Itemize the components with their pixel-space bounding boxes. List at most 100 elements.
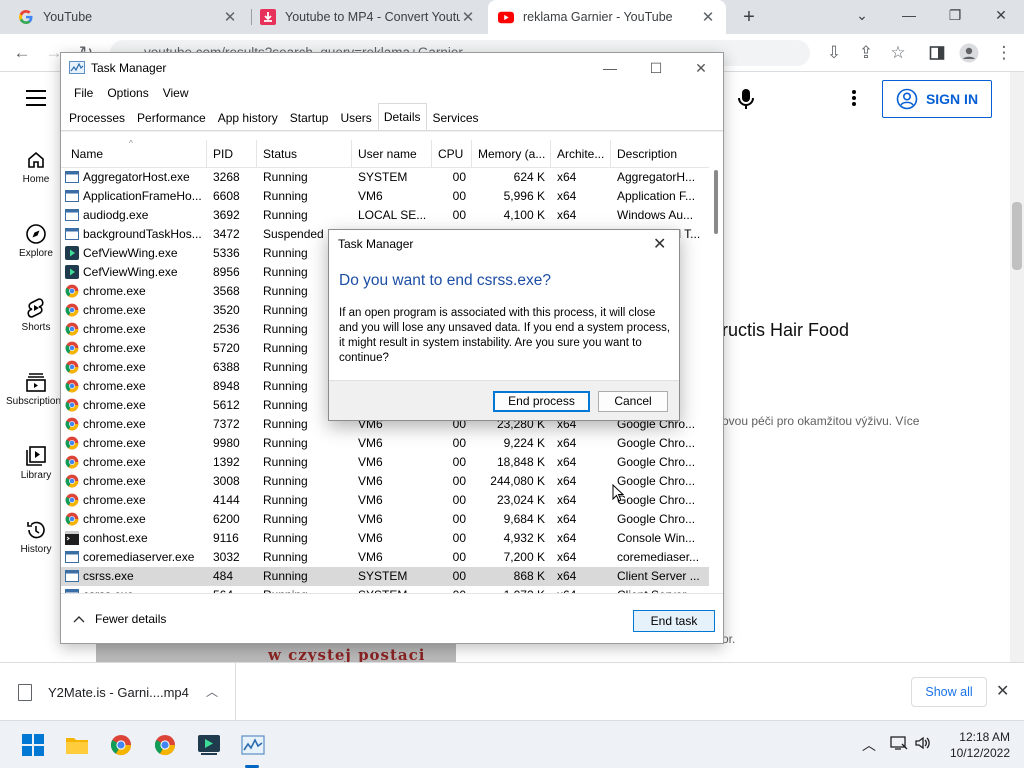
microphone-icon[interactable] xyxy=(736,88,756,112)
media-app-icon[interactable] xyxy=(196,732,222,758)
column-header-name[interactable]: Name xyxy=(61,140,207,168)
table-row[interactable]: ApplicationFrameHo... 6608 Running VM6 00 5,9… xyxy=(61,187,709,206)
menu-options[interactable]: Options xyxy=(100,83,155,105)
cell-user: VM6 xyxy=(358,436,383,450)
windows-start-icon[interactable] xyxy=(20,732,46,758)
chrome-icon[interactable] xyxy=(108,732,134,758)
page-scrollbar[interactable] xyxy=(1010,72,1024,662)
browser-tab-youtube-results[interactable]: reklama Garnier - YouTube ✕ xyxy=(488,0,726,34)
back-arrow-icon[interactable]: ← xyxy=(12,43,32,63)
bookmark-star-icon[interactable]: ☆ xyxy=(888,43,908,63)
cell-arch: x64 xyxy=(557,436,577,450)
column-header-user-name[interactable]: User name xyxy=(352,140,432,168)
tab-users[interactable]: Users xyxy=(334,105,377,131)
end-task-button[interactable]: End task xyxy=(633,610,715,632)
show-hidden-icons-chevron-icon[interactable]: ︿ xyxy=(862,735,876,755)
close-window-icon[interactable]: ✕ xyxy=(979,0,1023,32)
column-header-memory[interactable]: Memory (a... xyxy=(472,140,551,168)
fewer-details-toggle[interactable]: Fewer details xyxy=(73,612,166,626)
tab-app-history[interactable]: App history xyxy=(212,105,284,131)
cell-cpu: 00 xyxy=(452,531,466,545)
settings-more-icon[interactable] xyxy=(846,88,862,108)
restore-icon[interactable]: ❐ xyxy=(933,0,977,32)
table-row[interactable]: audiodg.exe 3692 Running LOCAL SE... 00 4,100… xyxy=(61,206,709,225)
cell-desc: Client Server ... xyxy=(617,569,700,583)
tab-services[interactable]: Services xyxy=(427,105,485,131)
cell-name: audiodg.exe xyxy=(61,206,207,225)
cell-desc: Client Server ... xyxy=(611,586,709,593)
menu-view[interactable]: View xyxy=(156,83,196,105)
task-manager-titlebar[interactable]: Task Manager — ☐ ✕ xyxy=(61,53,723,83)
chrome-icon xyxy=(65,284,83,298)
menu-file[interactable]: File xyxy=(67,83,100,105)
download-item[interactable]: Y2Mate.is - Garni....mp4 ︿ xyxy=(0,663,236,721)
maximize-icon[interactable]: ☐ xyxy=(641,57,671,79)
table-row[interactable]: chrome.exe 6200 Running VM6 00 9,684 K x64 Goog… xyxy=(61,510,709,529)
process-name: chrome.exe xyxy=(83,417,146,431)
process-list-scrollbar[interactable] xyxy=(709,140,723,592)
task-manager-icon[interactable] xyxy=(240,732,266,758)
scrollbar-thumb[interactable] xyxy=(714,170,718,234)
share-icon[interactable]: ⇪ xyxy=(856,43,876,63)
hamburger-menu-icon[interactable] xyxy=(26,90,46,106)
application-icon xyxy=(65,569,83,583)
cell-name: chrome.exe xyxy=(61,396,207,415)
speaker-volume-icon[interactable] xyxy=(914,735,932,754)
cancel-button[interactable]: Cancel xyxy=(598,391,668,412)
end-process-button[interactable]: End process xyxy=(493,391,590,412)
cell-arch: x64 xyxy=(557,512,577,526)
table-row[interactable]: chrome.exe 9980 Running VM6 00 9,224 K x64 Goog… xyxy=(61,434,709,453)
cell-status: Running xyxy=(263,189,308,203)
side-panel-icon[interactable] xyxy=(927,43,947,63)
cell-pid: 3692 xyxy=(213,208,240,222)
tab-performance[interactable]: Performance xyxy=(131,105,212,131)
table-row-selected[interactable]: csrss.exe 484 Running SYSTEM 00 868 K x64 Clien… xyxy=(61,567,709,586)
cell-user: VM6 xyxy=(358,474,383,488)
table-row[interactable]: conhost.exe 9116 Running VM6 00 4,932 K x64 Con… xyxy=(61,529,709,548)
browser-tab-youtube[interactable]: YouTube ✕ xyxy=(8,0,248,34)
cef-view-icon xyxy=(65,246,83,260)
close-tab-icon[interactable]: ✕ xyxy=(222,8,238,26)
minimize-icon[interactable]: — xyxy=(595,57,625,79)
column-header-status[interactable]: Status xyxy=(257,140,352,168)
tab-search-chevron-icon[interactable]: ⌄ xyxy=(840,0,884,32)
video-title[interactable]: ructis Hair Food xyxy=(722,320,849,341)
network-icon[interactable] xyxy=(890,735,908,754)
tab-details[interactable]: Details xyxy=(377,103,427,130)
sign-in-button[interactable]: SIGN IN xyxy=(882,80,992,118)
close-tab-icon[interactable]: ✕ xyxy=(700,8,716,26)
table-row[interactable]: csrss.exe564RunningSYSTEM001,072 Kx64Cli… xyxy=(61,586,709,593)
table-row[interactable]: chrome.exe 1392 Running VM6 00 18,848 K x64 Goo… xyxy=(61,453,709,472)
tab-startup[interactable]: Startup xyxy=(284,105,335,131)
process-name: chrome.exe xyxy=(83,360,146,374)
tab-processes[interactable]: Processes xyxy=(63,105,131,131)
close-window-icon[interactable]: ✕ xyxy=(686,57,716,79)
close-tab-icon[interactable]: ✕ xyxy=(460,8,476,26)
cell-pid: 3268 xyxy=(213,170,240,184)
file-explorer-icon[interactable] xyxy=(64,732,90,758)
minimize-icon[interactable]: — xyxy=(887,0,931,32)
cell-name: csrss.exe xyxy=(61,586,207,593)
column-header-architecture[interactable]: Archite... xyxy=(551,140,611,168)
tab-title: Youtube to MP4 - Convert Youtub xyxy=(285,10,460,24)
chrome-menu-icon[interactable]: ⋮ xyxy=(994,43,1014,63)
mouse-cursor-icon xyxy=(612,484,624,502)
close-dialog-icon[interactable]: ✕ xyxy=(653,234,666,254)
browser-tab-y2mate[interactable]: Youtube to MP4 - Convert Youtub ✕ xyxy=(250,0,486,34)
table-row[interactable]: AggregatorHost.exe 3268 Running SYSTEM 00 624… xyxy=(61,168,709,187)
new-tab-icon[interactable]: + xyxy=(738,6,760,28)
column-header-cpu[interactable]: CPU xyxy=(432,140,472,168)
chevron-up-icon[interactable]: ︿ xyxy=(206,683,218,700)
install-app-icon[interactable]: ⇩ xyxy=(824,43,844,63)
table-row[interactable]: coremediaserver.exe 3032 Running VM6 00 7,200… xyxy=(61,548,709,567)
scrollbar-thumb[interactable] xyxy=(1012,202,1022,270)
show-all-button[interactable]: Show all xyxy=(911,677,987,707)
column-header-description[interactable]: Description xyxy=(611,140,709,168)
cell-pid: 5612 xyxy=(213,398,240,412)
system-clock[interactable]: 12:18 AM 10/12/2022 xyxy=(940,729,1010,761)
column-header-row: ^ Name PID Status User name CPU Memory (… xyxy=(61,140,709,168)
chrome-icon[interactable] xyxy=(152,732,178,758)
column-header-pid[interactable]: PID xyxy=(207,140,257,168)
profile-avatar-icon[interactable] xyxy=(959,43,979,63)
close-download-bar-icon[interactable]: ✕ xyxy=(996,681,1009,701)
